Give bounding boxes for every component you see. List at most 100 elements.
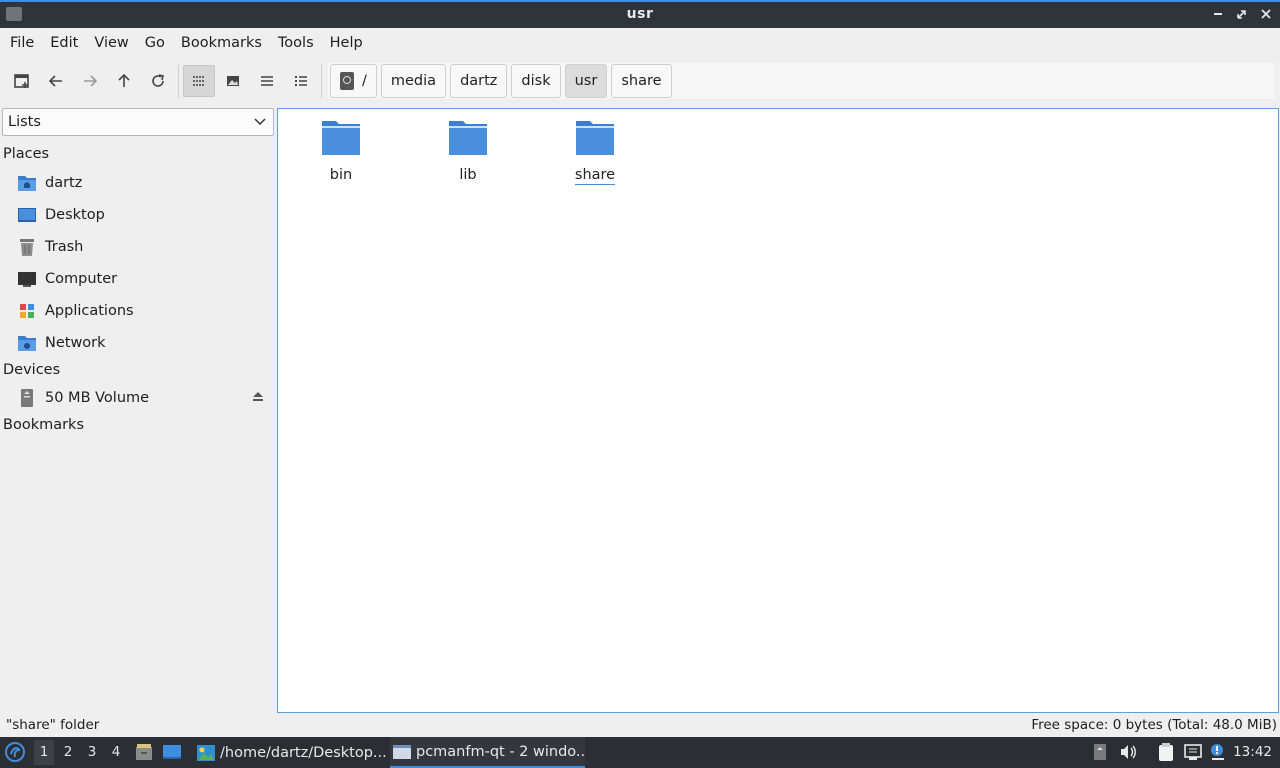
clipboard-icon[interactable] — [1156, 742, 1176, 762]
notification-icon[interactable] — [1208, 742, 1228, 762]
folder-label: lib — [459, 167, 477, 183]
menu-edit[interactable]: Edit — [42, 35, 86, 51]
show-desktop-icon[interactable] — [162, 742, 182, 762]
title-bar[interactable]: usr — [0, 0, 1280, 28]
new-tab-icon — [14, 74, 29, 88]
drive-icon — [340, 72, 354, 90]
status-bar: "share" folder Free space: 0 bytes (Tota… — [0, 713, 1280, 737]
workspace-1[interactable]: 1 — [34, 740, 54, 765]
task-label: pcmanfm-qt - 2 windo... — [416, 743, 585, 760]
detail-list-icon — [295, 76, 307, 86]
folder-label: share — [574, 167, 616, 185]
compact-view-button[interactable] — [251, 65, 283, 97]
reload-icon — [152, 74, 164, 87]
drive-icon — [17, 388, 37, 408]
drive-tray-icon[interactable] — [1090, 742, 1110, 762]
network-folder-icon — [17, 333, 37, 353]
sidebar-item-computer[interactable]: Computer — [17, 266, 273, 292]
file-manager-window: usr File Edit View Go Bookmarks Tools He… — [0, 0, 1280, 737]
breadcrumb-disk[interactable]: disk — [511, 64, 561, 98]
toolbar: / media dartz disk usr share — [0, 58, 1280, 104]
image-viewer-icon — [197, 744, 215, 761]
status-selection: "share" folder — [6, 717, 100, 733]
breadcrumb-media[interactable]: media — [380, 64, 447, 98]
breadcrumb: / media dartz disk usr share — [328, 63, 1274, 99]
menu-go[interactable]: Go — [137, 35, 173, 51]
thumbnail-view-button[interactable] — [217, 65, 249, 97]
status-free-space: Free space: 0 bytes (Total: 48.0 MiB) — [1031, 717, 1277, 733]
menu-tools[interactable]: Tools — [270, 35, 322, 51]
reload-button[interactable] — [142, 65, 174, 97]
window-title: usr — [626, 6, 654, 22]
folder-item-share[interactable]: share — [547, 117, 643, 185]
eject-icon[interactable] — [251, 389, 265, 403]
sidebar-item-label: Trash — [45, 239, 84, 255]
breadcrumb-usr[interactable]: usr — [564, 64, 608, 98]
close-button[interactable] — [1258, 5, 1274, 23]
sidebar-item-trash[interactable]: Trash — [17, 234, 273, 260]
window-icon — [393, 744, 411, 759]
toolbar-separator — [321, 64, 322, 98]
breadcrumb-share[interactable]: share — [611, 64, 672, 98]
menu-view[interactable]: View — [86, 35, 136, 51]
arrow-up-icon — [118, 73, 130, 87]
menu-help[interactable]: Help — [322, 35, 371, 51]
sidebar-item-label: Applications — [45, 303, 134, 319]
sidebar-item-label: Desktop — [45, 207, 105, 223]
breadcrumb-root[interactable]: / — [330, 64, 377, 98]
breadcrumb-label: / — [362, 73, 367, 89]
up-button[interactable] — [108, 65, 140, 97]
start-menu-icon[interactable] — [4, 741, 26, 763]
sidebar-item-volume[interactable]: 50 MB Volume — [17, 385, 273, 411]
computer-icon — [17, 269, 37, 289]
arrow-left-icon — [48, 75, 62, 87]
sidebar-item-label: dartz — [45, 175, 83, 191]
breadcrumb-dartz[interactable]: dartz — [450, 64, 508, 98]
home-folder-icon — [17, 173, 37, 193]
taskbar: 1 2 3 4 /home/dartz/Desktop... pcmanfm-q… — [0, 737, 1280, 768]
maximize-button[interactable] — [1234, 5, 1250, 23]
volume-icon[interactable] — [1118, 742, 1138, 762]
sidebar-item-applications[interactable]: Applications — [17, 298, 273, 324]
task-desktop-folder[interactable]: /home/dartz/Desktop... — [194, 737, 386, 768]
sidebar-item-network[interactable]: Network — [17, 330, 273, 356]
sidebar: Lists Places dartz Desktop Trash Compute… — [0, 106, 276, 712]
minimize-button[interactable] — [1210, 5, 1226, 23]
sidebar-item-label: Computer — [45, 271, 118, 287]
new-tab-button[interactable] — [6, 65, 38, 97]
bookmarks-header: Bookmarks — [3, 417, 85, 433]
clock[interactable]: 13:42 — [1233, 744, 1272, 760]
folder-icon — [322, 121, 360, 155]
workspace-4[interactable]: 4 — [106, 744, 126, 760]
sidebar-item-dartz[interactable]: dartz — [17, 170, 273, 196]
workspace-3[interactable]: 3 — [82, 744, 102, 760]
sidebar-item-label: 50 MB Volume — [45, 390, 150, 406]
file-view[interactable]: bin lib share — [277, 108, 1279, 713]
task-label: /home/dartz/Desktop... — [220, 744, 386, 761]
menu-file[interactable]: File — [2, 35, 42, 51]
applications-icon — [17, 301, 37, 321]
grid-icon — [193, 76, 204, 86]
folder-label: bin — [329, 167, 353, 183]
sidebar-mode-select[interactable]: Lists — [2, 108, 274, 136]
menu-bookmarks[interactable]: Bookmarks — [173, 35, 270, 51]
desktop-icon — [17, 205, 37, 225]
image-icon — [227, 76, 239, 86]
file-cabinet-icon[interactable] — [134, 742, 154, 762]
menu-bar: File Edit View Go Bookmarks Tools Help — [0, 28, 1280, 58]
sidebar-item-desktop[interactable]: Desktop — [17, 202, 273, 228]
forward-button[interactable] — [74, 65, 106, 97]
folder-item-bin[interactable]: bin — [293, 117, 389, 183]
back-button[interactable] — [40, 65, 72, 97]
sidebar-mode-value: Lists — [8, 114, 41, 130]
folder-item-lib[interactable]: lib — [420, 117, 516, 183]
folder-icon — [449, 121, 487, 155]
network-tray-icon[interactable] — [1183, 742, 1203, 762]
detailed-view-button[interactable] — [285, 65, 317, 97]
toolbar-separator — [178, 64, 179, 98]
icon-view-button[interactable] — [183, 65, 215, 97]
folder-icon — [576, 121, 614, 155]
list-lines-icon — [261, 76, 273, 86]
task-pcmanfm[interactable]: pcmanfm-qt - 2 windo... — [390, 737, 585, 768]
workspace-2[interactable]: 2 — [58, 744, 78, 760]
